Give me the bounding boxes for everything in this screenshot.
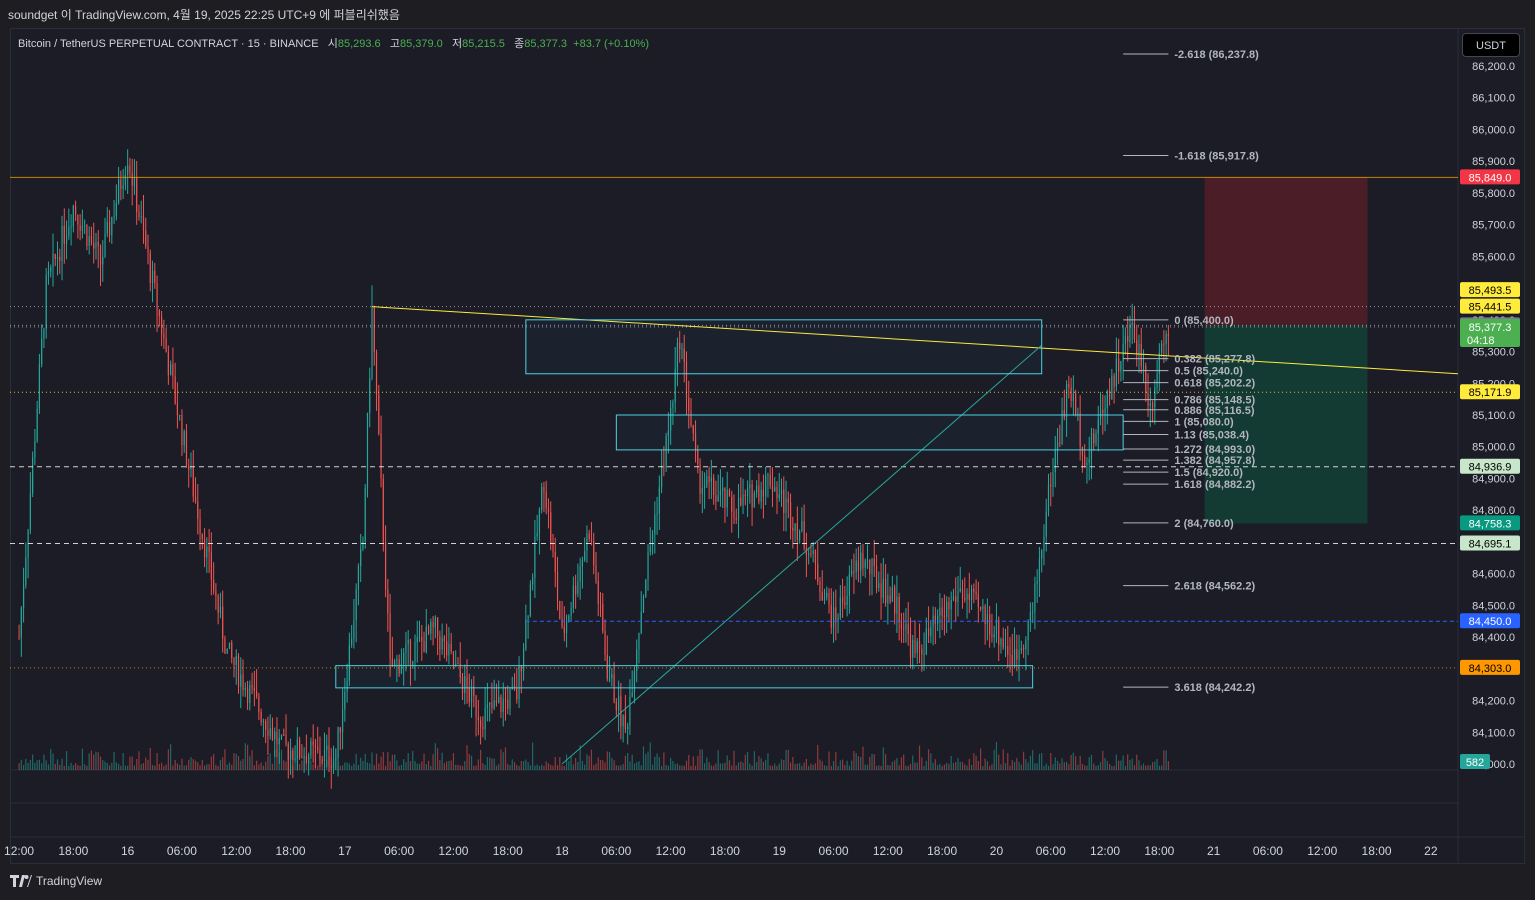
open-value: 85,293.6: [337, 38, 381, 50]
publisher-line: soundget 이 TradingView.com, 4월 19, 2025 …: [8, 8, 400, 22]
high-label: 고: [389, 38, 400, 50]
close-value: 85,377.3: [524, 38, 568, 50]
footer-brand: TradingView: [10, 874, 102, 888]
chart-frame[interactable]: [10, 28, 1525, 864]
brand-name: TradingView: [36, 874, 103, 888]
change-value: +83.7 (+0.10%): [573, 38, 650, 50]
open-label: 시: [327, 38, 338, 50]
symbol-title[interactable]: Bitcoin / TetherUS PERPETUAL CONTRACT · …: [18, 38, 319, 50]
low-label: 저: [451, 38, 463, 50]
low-value: 85,215.5: [462, 38, 505, 50]
tradingview-logo-icon: [10, 875, 32, 887]
currency-button[interactable]: USDT: [1462, 33, 1520, 57]
symbol-legend: Bitcoin / TetherUS PERPETUAL CONTRACT · …: [18, 35, 649, 51]
close-label: 종: [514, 38, 525, 50]
high-value: 85,379.0: [399, 38, 443, 50]
